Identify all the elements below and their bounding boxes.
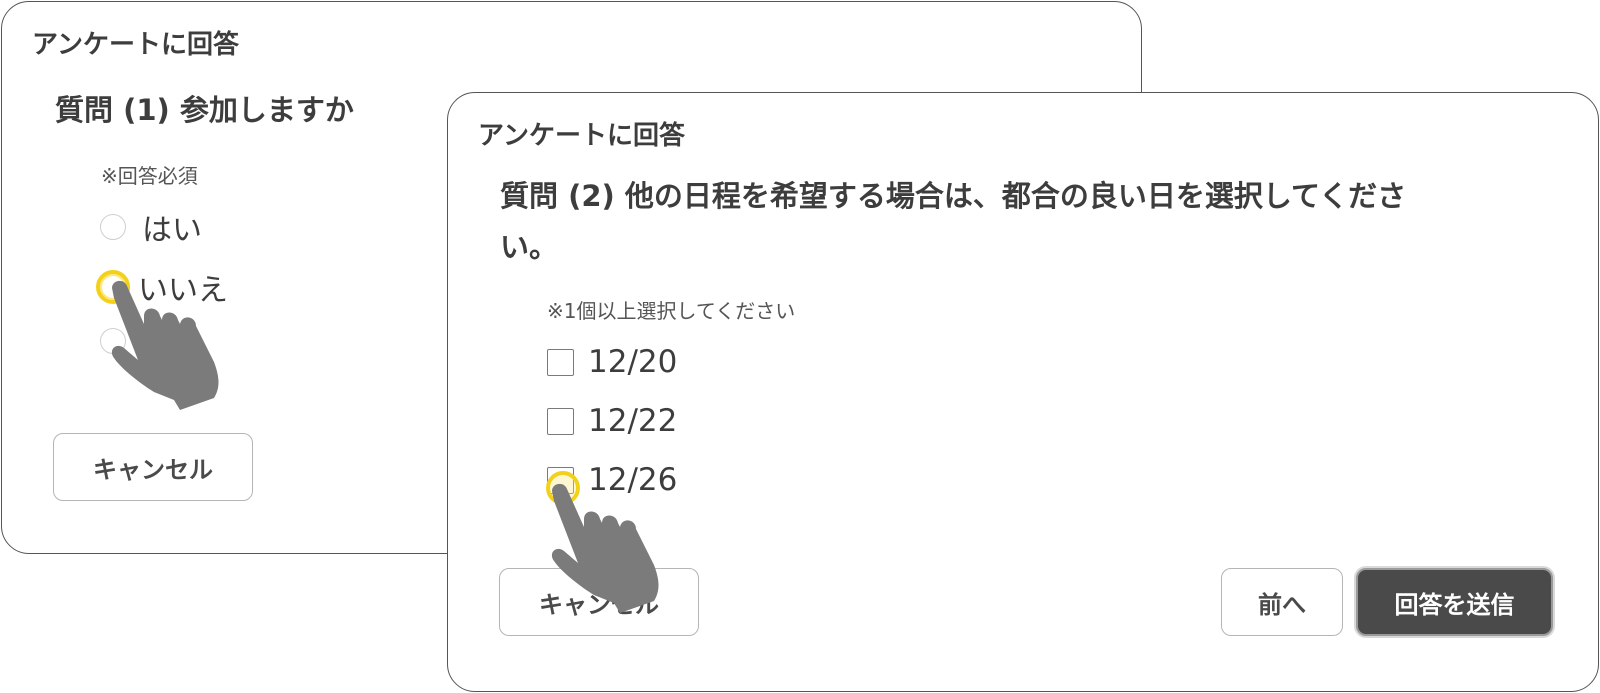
checkbox-option-1222[interactable]: 12/22	[547, 403, 677, 439]
checkbox-option-1220[interactable]: 12/20	[547, 344, 677, 380]
radio-label: はい	[142, 213, 202, 248]
required-note: ※回答必須	[101, 164, 198, 188]
question-line-2: い。	[500, 230, 559, 264]
pointing-hand-icon	[111, 280, 219, 410]
checkbox[interactable]	[547, 348, 574, 376]
selection-note: ※1個以上選択してください	[547, 299, 796, 323]
survey-dialog-front: アンケートに回答 質問 (2) 他の日程を希望する場合は、都合の良い日を選択して…	[447, 92, 1599, 692]
dialog-title: アンケートに回答	[478, 121, 685, 151]
previous-button[interactable]: 前へ	[1221, 568, 1343, 636]
checkbox[interactable]	[547, 407, 574, 435]
checkbox-label: 12/22	[588, 403, 678, 439]
pointing-hand-icon	[551, 483, 659, 613]
radio-option-yes[interactable]: はい	[100, 205, 202, 249]
question-title: 質問 (1) 参加しますか	[55, 93, 354, 127]
dialog-title: アンケートに回答	[32, 30, 239, 60]
radio-button[interactable]	[100, 214, 126, 240]
cancel-button[interactable]: キャンセル	[53, 433, 253, 501]
submit-button[interactable]: 回答を送信	[1356, 568, 1553, 636]
checkbox-label: 12/20	[588, 344, 678, 380]
question-title: 質問 (2) 他の日程を希望する場合は、都合の良い日を選択してくださ い。	[500, 171, 1520, 273]
question-line-1: 質問 (2) 他の日程を希望する場合は、都合の良い日を選択してくださ	[500, 179, 1407, 213]
